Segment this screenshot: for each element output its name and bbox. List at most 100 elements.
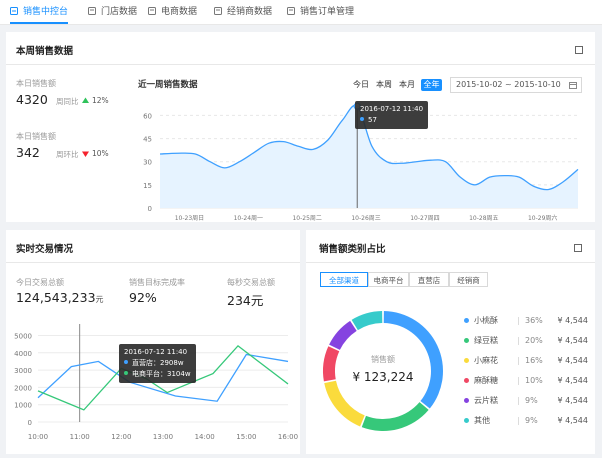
divider [306,262,595,263]
legend-separator: | [517,316,520,325]
line-tooltip: 2016-07-12 11:40 直营店：2908w 电商平台：3104w [119,344,196,383]
filter-ecommerce[interactable]: 电商平台 [368,272,409,287]
trend-up-icon [82,97,89,103]
legend-name: 云片糕 [474,396,498,405]
expand-icon[interactable] [575,46,583,54]
tooltip-value: 57 [368,116,377,124]
realtime-card: 实时交易情况 今日交易总额 124,543,233元 销售目标完成率 92% 每… [6,230,300,454]
x-tick-label: 10:00 [28,433,48,441]
stat-label: 每秒交易总额 [227,278,275,287]
legend-item[interactable]: 小麻花 | 16% ¥ 4,544 [464,355,588,367]
expand-icon[interactable] [574,244,582,252]
range-month-button[interactable]: 本月 [398,79,416,91]
legend-item[interactable]: 云片糕 | 9% ¥ 4,544 [464,395,588,407]
y-tick-label: 0 [28,419,32,427]
y-tick-label: 30 [143,159,152,167]
card-title: 本周销售数据 [16,46,74,57]
y-tick-label: 1000 [14,402,32,410]
legend-dot [464,318,469,323]
y-tick-label: 15 [143,182,152,190]
filter-dealer[interactable]: 经销商 [449,272,488,287]
stat-unit: 元 [95,295,104,304]
legend-dot [464,398,469,403]
donut-slice [351,311,383,331]
top-nav: 销售中控台 门店数据 电商数据 经销商数据 销售订单管理 [0,0,602,25]
realtime-line-chart: 0 1000 2000 3000 4000 5000 10:00 11:00 12:00 13:0… [14,324,298,441]
range-year-button[interactable]: 全年 [421,79,442,91]
legend-name: 小麻花 [474,356,498,365]
yoy-label: 周同比 [56,97,79,106]
tab-sales-orders[interactable]: 销售订单管理 [287,0,354,24]
y-tick-label: 4000 [14,350,32,358]
stat-label: 销售目标完成率 [129,278,185,287]
order-icon [287,1,295,15]
tooltip-row: 直营店：2908w [124,358,191,369]
tab-dealer-data[interactable]: 经销商数据 [214,0,272,24]
store-icon [88,1,96,15]
legend-separator: | [517,336,520,345]
legend-amount: ¥ 4,544 [557,316,588,325]
tab-label: 销售订单管理 [300,7,355,17]
tooltip-value-row: 57 [360,115,423,126]
y-tick-label: 3000 [14,367,32,375]
target-completion-value: 92% [129,290,157,305]
y-tick-label: 60 [143,112,152,120]
filter-direct-store[interactable]: 直营店 [409,272,449,287]
chart-title: 近一周销售数据 [138,80,198,90]
legend-item[interactable]: 小桃酥 | 36% ¥ 4,544 [464,315,588,327]
x-tick-label: 10-29周六 [528,214,557,222]
category-card: 销售额类别占比 全部渠道 电商平台 直营店 经销商 销售额 ¥ 123,224 … [306,230,595,454]
legend-dot [464,378,469,383]
per-second-value: 234元 [227,293,264,308]
today-sales-label: 本日销售额 [16,79,56,88]
divider [6,262,300,263]
tab-label: 销售中控台 [23,7,69,17]
tooltip-row: 电商平台：3104w [124,369,191,380]
donut-slice [323,346,340,382]
y-tick-label: 0 [148,205,152,213]
weekly-sales-card: 本周销售数据 本日销售额 4320 周同比 12% 本日销售额 342 周环比 … [6,32,595,222]
range-week-button[interactable]: 本周 [375,79,393,91]
date-range-value: 2015-10-02 ~ 2015-10-10 [456,80,561,89]
legend-separator: | [517,416,520,425]
y-tick-label: 5000 [14,332,32,340]
range-today-button[interactable]: 今日 [352,79,370,91]
legend-item[interactable]: 麻酥糖 | 10% ¥ 4,544 [464,375,588,387]
legend-percent: 9% [525,396,538,405]
date-range-picker[interactable]: 2015-10-02 ~ 2015-10-10 [450,77,582,93]
x-tick-label: 16:00 [278,433,298,441]
donut-slice [361,402,429,431]
x-tick-label: 14:00 [195,433,215,441]
legend-item[interactable]: 绿豆糕 | 20% ¥ 4,544 [464,335,588,347]
legend-amount: ¥ 4,544 [557,416,588,425]
legend-name: 小桃酥 [474,316,498,325]
tab-ecommerce-data[interactable]: 电商数据 [148,0,197,24]
legend-item[interactable]: 其他 | 9% ¥ 4,544 [464,415,588,427]
legend-separator: | [517,376,520,385]
tooltip-time: 2016-07-12 11:40 [360,105,424,113]
x-tick-label: 10-28周五 [469,215,498,222]
y-tick-label: 2000 [14,384,32,392]
donut-slice [324,380,365,427]
card-title: 销售额类别占比 [319,244,386,255]
x-tick-label: 12:00 [111,433,131,441]
donut-center-label: 销售额 [371,355,395,364]
dashboard-icon [10,1,18,15]
tooltip-line2: 电商平台：3104w [132,370,191,378]
x-tick-label: 10-24周一 [234,215,263,222]
tab-sales-console[interactable]: 销售中控台 [10,0,69,24]
legend-name: 绿豆糕 [474,336,498,345]
x-tick-label: 10-27周四 [410,215,439,222]
legend-amount: ¥ 4,544 [557,336,588,345]
tab-store-data[interactable]: 门店数据 [88,0,137,24]
ecommerce-icon [148,1,156,15]
tab-label: 电商数据 [161,7,198,17]
stat-value: 124,543,233元 [16,290,104,305]
trend-down-icon [82,151,89,157]
calendar-icon [569,82,577,89]
legend-percent: 10% [525,376,543,385]
x-tick-label: 10-26周三 [351,215,380,222]
filter-all-channels[interactable]: 全部渠道 [320,272,368,287]
legend-percent: 9% [525,416,538,425]
legend-percent: 16% [525,356,543,365]
